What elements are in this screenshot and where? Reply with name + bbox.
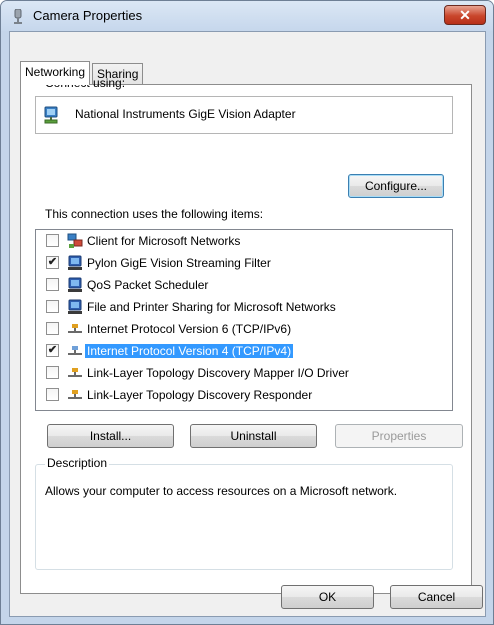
- list-item-selected[interactable]: ✔ Internet Protocol Version 4 (TCP/IPv4): [36, 341, 452, 361]
- item-label: Internet Protocol Version 6 (TCP/IPv6): [87, 322, 292, 336]
- description-legend: Description: [45, 456, 110, 470]
- dialog-window: Camera Properties ✕ Networking Sharing C…: [0, 0, 494, 625]
- protocol-icon: [68, 346, 82, 355]
- properties-button[interactable]: Properties: [335, 424, 463, 448]
- item-checkbox[interactable]: [46, 388, 59, 401]
- network-client-icon: [67, 233, 83, 248]
- protocol-icon: [68, 324, 82, 333]
- network-adapter-icon: [44, 106, 58, 124]
- item-label: Internet Protocol Version 4 (TCP/IPv4): [85, 344, 294, 358]
- item-checkbox[interactable]: [46, 278, 59, 291]
- description-group: [35, 464, 453, 570]
- item-checkbox[interactable]: [46, 366, 59, 379]
- item-checkbox[interactable]: ✔: [46, 256, 59, 269]
- list-item[interactable]: QoS Packet Scheduler: [36, 275, 452, 295]
- list-item[interactable]: Link-Layer Topology Discovery Mapper I/O…: [36, 363, 452, 383]
- adapter-field: National Instruments GigE Vision Adapter: [35, 96, 453, 134]
- item-checkbox[interactable]: [46, 322, 59, 335]
- item-label: Link-Layer Topology Discovery Responder: [87, 388, 313, 402]
- network-service-icon: [68, 277, 82, 292]
- title-bar[interactable]: Camera Properties ✕: [1, 1, 493, 31]
- item-checkbox[interactable]: [46, 234, 59, 247]
- close-button[interactable]: ✕: [444, 5, 486, 25]
- tab-networking[interactable]: Networking: [20, 61, 91, 85]
- cancel-button[interactable]: Cancel: [390, 585, 483, 609]
- items-label: This connection uses the following items…: [45, 207, 264, 221]
- connection-items-list[interactable]: Client for Microsoft Networks ✔ Pylon Gi…: [35, 229, 453, 411]
- item-checkbox[interactable]: ✔: [46, 344, 59, 357]
- item-label: File and Printer Sharing for Microsoft N…: [87, 300, 336, 314]
- ok-button[interactable]: OK: [281, 585, 374, 609]
- list-item[interactable]: Link-Layer Topology Discovery Responder: [36, 385, 452, 405]
- network-service-icon: [68, 299, 82, 314]
- protocol-icon: [68, 390, 82, 399]
- item-checkbox[interactable]: [46, 300, 59, 313]
- uninstall-button[interactable]: Uninstall: [190, 424, 317, 448]
- protocol-icon: [68, 368, 82, 377]
- close-icon: ✕: [459, 7, 471, 23]
- network-service-icon: [68, 255, 82, 270]
- item-label: QoS Packet Scheduler: [87, 278, 209, 292]
- list-item[interactable]: Internet Protocol Version 6 (TCP/IPv6): [36, 319, 452, 339]
- adapter-name: National Instruments GigE Vision Adapter: [75, 107, 296, 121]
- configure-button[interactable]: Configure...: [348, 174, 444, 198]
- item-label: Client for Microsoft Networks: [87, 234, 241, 248]
- install-button[interactable]: Install...: [47, 424, 174, 448]
- list-item[interactable]: Client for Microsoft Networks: [36, 231, 452, 251]
- description-text: Allows your computer to access resources…: [45, 484, 398, 498]
- window-title: Camera Properties: [33, 8, 143, 23]
- camera-properties-icon: [14, 9, 22, 24]
- list-item[interactable]: File and Printer Sharing for Microsoft N…: [36, 297, 452, 317]
- item-label: Link-Layer Topology Discovery Mapper I/O…: [87, 366, 349, 380]
- list-item[interactable]: ✔ Pylon GigE Vision Streaming Filter: [36, 253, 452, 273]
- item-label: Pylon GigE Vision Streaming Filter: [87, 256, 271, 270]
